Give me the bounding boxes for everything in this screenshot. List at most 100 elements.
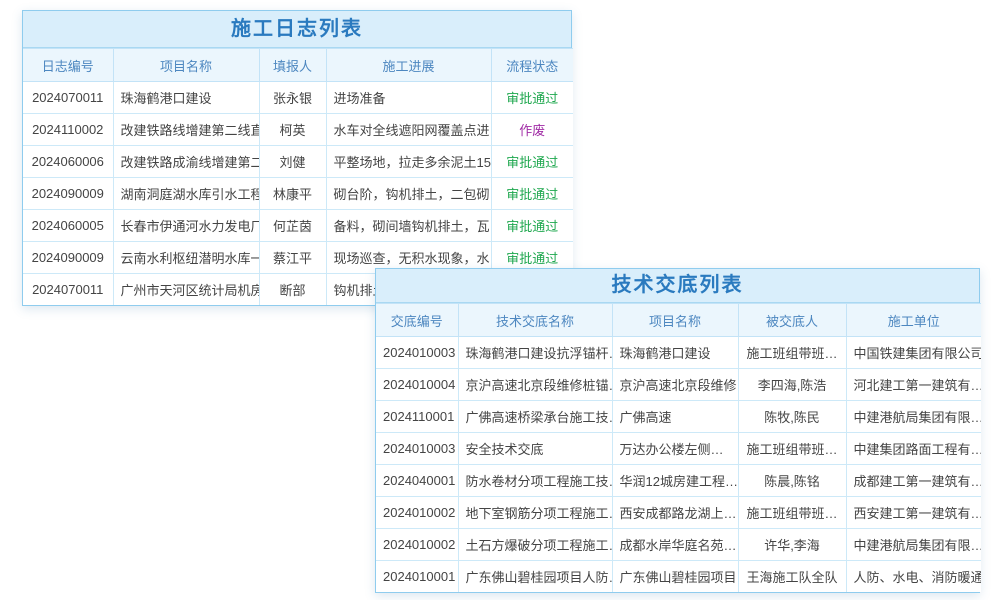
log-id-cell[interactable]: 2024110002 <box>23 114 113 146</box>
disclosure-table-row[interactable]: 2024010001 广东佛山碧桂园项目人防… 广东佛山碧桂园项目 王海施工队全… <box>376 561 981 593</box>
disclosure-name-cell[interactable]: 地下室钢筋分项工程施工… <box>458 497 612 529</box>
disclosure-recipients-cell: 施工班组带班… <box>738 497 846 529</box>
log-id-cell[interactable]: 2024090009 <box>23 242 113 274</box>
log-reporter-cell: 何芷茵 <box>259 210 326 242</box>
disclosure-name-cell[interactable]: 广佛高速桥梁承台施工技… <box>458 401 612 433</box>
log-table-row[interactable]: 2024060005 长春市伊通河水力发电厂… 何芷茵 备料，砌间墙钩机排土，瓦… <box>23 210 573 242</box>
disclosure-recipients-cell: 王海施工队全队 <box>738 561 846 593</box>
disclosure-table-row[interactable]: 2024040001 防水卷材分项工程施工技… 华润12城房建工程… 陈晨,陈铭… <box>376 465 981 497</box>
disclosure-id-cell[interactable]: 2024110001 <box>376 401 458 433</box>
log-progress-cell: 进场准备 <box>326 82 491 114</box>
disclosure-id-cell[interactable]: 2024010003 <box>376 433 458 465</box>
log-project-cell[interactable]: 珠海鹤港口建设 <box>113 82 259 114</box>
technical-disclosure-table: 交底编号 技术交底名称 项目名称 被交底人 施工单位 2024010003 珠海… <box>376 303 981 592</box>
log-project-cell[interactable]: 广州市天河区统计局机房… <box>113 274 259 306</box>
log-project-cell[interactable]: 改建铁路成渝线增建第二… <box>113 146 259 178</box>
disclosure-id-cell[interactable]: 2024040001 <box>376 465 458 497</box>
disclosure-project-cell[interactable]: 珠海鹤港口建设 <box>612 337 738 369</box>
technical-disclosure-panel: 技术交底列表 交底编号 技术交底名称 项目名称 被交底人 施工单位 202401… <box>375 268 980 593</box>
disclosure-project-cell[interactable]: 西安成都路龙湖上… <box>612 497 738 529</box>
log-col-reporter: 填报人 <box>259 49 326 82</box>
disclosure-recipients-cell: 陈晨,陈铭 <box>738 465 846 497</box>
log-project-cell[interactable]: 长春市伊通河水力发电厂… <box>113 210 259 242</box>
disclosure-project-cell[interactable]: 华润12城房建工程… <box>612 465 738 497</box>
disclosure-unit-cell: 人防、水电、消防暖通 <box>846 561 981 593</box>
disclosure-col-name: 技术交底名称 <box>458 304 612 337</box>
disclosure-name-cell[interactable]: 广东佛山碧桂园项目人防… <box>458 561 612 593</box>
disclosure-name-cell[interactable]: 京沪高速北京段维修桩锚… <box>458 369 612 401</box>
disclosure-recipients-cell: 陈牧,陈民 <box>738 401 846 433</box>
construction-log-title: 施工日志列表 <box>23 11 571 48</box>
disclosure-project-cell[interactable]: 广东佛山碧桂园项目 <box>612 561 738 593</box>
log-col-id: 日志编号 <box>23 49 113 82</box>
disclosure-unit-cell: 河北建工第一建筑有… <box>846 369 981 401</box>
log-progress-cell: 备料，砌间墙钩机排土，瓦… <box>326 210 491 242</box>
disclosure-table-row[interactable]: 2024010003 安全技术交底 万达办公楼左侧… 施工班组带班… 中建集团路… <box>376 433 981 465</box>
log-col-progress: 施工进展 <box>326 49 491 82</box>
disclosure-table-row[interactable]: 2024010003 珠海鹤港口建设抗浮锚杆… 珠海鹤港口建设 施工班组带班… … <box>376 337 981 369</box>
log-status-badge: 作废 <box>491 114 573 146</box>
disclosure-col-project: 项目名称 <box>612 304 738 337</box>
disclosure-header-row: 交底编号 技术交底名称 项目名称 被交底人 施工单位 <box>376 304 981 337</box>
disclosure-recipients-cell: 许华,李海 <box>738 529 846 561</box>
disclosure-col-unit: 施工单位 <box>846 304 981 337</box>
disclosure-unit-cell: 中国铁建集团有限公司 <box>846 337 981 369</box>
disclosure-table-row[interactable]: 2024010004 京沪高速北京段维修桩锚… 京沪高速北京段维修 李四海,陈浩… <box>376 369 981 401</box>
disclosure-recipients-cell: 施工班组带班… <box>738 337 846 369</box>
log-reporter-cell: 断部 <box>259 274 326 306</box>
log-id-cell[interactable]: 2024060006 <box>23 146 113 178</box>
log-progress-cell: 水车对全线遮阳网覆盖点进… <box>326 114 491 146</box>
disclosure-name-cell[interactable]: 土石方爆破分项工程施工… <box>458 529 612 561</box>
disclosure-name-cell[interactable]: 珠海鹤港口建设抗浮锚杆… <box>458 337 612 369</box>
disclosure-table-row[interactable]: 2024110001 广佛高速桥梁承台施工技… 广佛高速 陈牧,陈民 中建港航局… <box>376 401 981 433</box>
disclosure-col-id: 交底编号 <box>376 304 458 337</box>
disclosure-unit-cell: 成都建工第一建筑有… <box>846 465 981 497</box>
disclosure-unit-cell: 中建港航局集团有限… <box>846 401 981 433</box>
disclosure-id-cell[interactable]: 2024010002 <box>376 497 458 529</box>
log-project-cell[interactable]: 云南水利枢纽潜明水库一… <box>113 242 259 274</box>
disclosure-project-cell[interactable]: 广佛高速 <box>612 401 738 433</box>
disclosure-id-cell[interactable]: 2024010002 <box>376 529 458 561</box>
disclosure-project-cell[interactable]: 万达办公楼左侧… <box>612 433 738 465</box>
log-status-badge: 审批通过 <box>491 178 573 210</box>
log-reporter-cell: 蔡江平 <box>259 242 326 274</box>
disclosure-recipients-cell: 施工班组带班… <box>738 433 846 465</box>
log-project-cell[interactable]: 改建铁路线增建第二线直… <box>113 114 259 146</box>
log-progress-cell: 平整场地，拉走多余泥土15… <box>326 146 491 178</box>
log-id-cell[interactable]: 2024070011 <box>23 82 113 114</box>
disclosure-recipients-cell: 李四海,陈浩 <box>738 369 846 401</box>
log-col-project: 项目名称 <box>113 49 259 82</box>
disclosure-unit-cell: 中建集团路面工程有… <box>846 433 981 465</box>
log-reporter-cell: 柯英 <box>259 114 326 146</box>
disclosure-table-row[interactable]: 2024010002 土石方爆破分项工程施工… 成都水岸华庭名苑… 许华,李海 … <box>376 529 981 561</box>
log-table-row[interactable]: 2024090009 湖南洞庭湖水库引水工程… 林康平 砌台阶，钩机排土，二包砌… <box>23 178 573 210</box>
log-id-cell[interactable]: 2024090009 <box>23 178 113 210</box>
log-status-badge: 审批通过 <box>491 82 573 114</box>
log-progress-cell: 砌台阶，钩机排土，二包砌… <box>326 178 491 210</box>
disclosure-project-cell[interactable]: 京沪高速北京段维修 <box>612 369 738 401</box>
disclosure-id-cell[interactable]: 2024010003 <box>376 337 458 369</box>
log-reporter-cell: 张永银 <box>259 82 326 114</box>
disclosure-id-cell[interactable]: 2024010004 <box>376 369 458 401</box>
log-id-cell[interactable]: 2024060005 <box>23 210 113 242</box>
disclosure-unit-cell: 西安建工第一建筑有… <box>846 497 981 529</box>
disclosure-id-cell[interactable]: 2024010001 <box>376 561 458 593</box>
log-table-row[interactable]: 2024060006 改建铁路成渝线增建第二… 刘健 平整场地，拉走多余泥土15… <box>23 146 573 178</box>
log-header-row: 日志编号 项目名称 填报人 施工进展 流程状态 <box>23 49 573 82</box>
disclosure-project-cell[interactable]: 成都水岸华庭名苑… <box>612 529 738 561</box>
log-reporter-cell: 刘健 <box>259 146 326 178</box>
disclosure-col-recipients: 被交底人 <box>738 304 846 337</box>
disclosure-name-cell[interactable]: 防水卷材分项工程施工技… <box>458 465 612 497</box>
disclosure-table-row[interactable]: 2024010002 地下室钢筋分项工程施工… 西安成都路龙湖上… 施工班组带班… <box>376 497 981 529</box>
log-table-row[interactable]: 2024110002 改建铁路线增建第二线直… 柯英 水车对全线遮阳网覆盖点进…… <box>23 114 573 146</box>
log-reporter-cell: 林康平 <box>259 178 326 210</box>
log-id-cell[interactable]: 2024070011 <box>23 274 113 306</box>
technical-disclosure-title: 技术交底列表 <box>376 269 979 303</box>
log-project-cell[interactable]: 湖南洞庭湖水库引水工程… <box>113 178 259 210</box>
construction-log-table: 日志编号 项目名称 填报人 施工进展 流程状态 2024070011 珠海鹤港口… <box>23 48 573 305</box>
log-col-status: 流程状态 <box>491 49 573 82</box>
log-table-row[interactable]: 2024070011 珠海鹤港口建设 张永银 进场准备 审批通过 <box>23 82 573 114</box>
disclosure-unit-cell: 中建港航局集团有限… <box>846 529 981 561</box>
page: 施工日志列表 日志编号 项目名称 填报人 施工进展 流程状态 202407001… <box>0 0 1000 600</box>
disclosure-name-cell[interactable]: 安全技术交底 <box>458 433 612 465</box>
